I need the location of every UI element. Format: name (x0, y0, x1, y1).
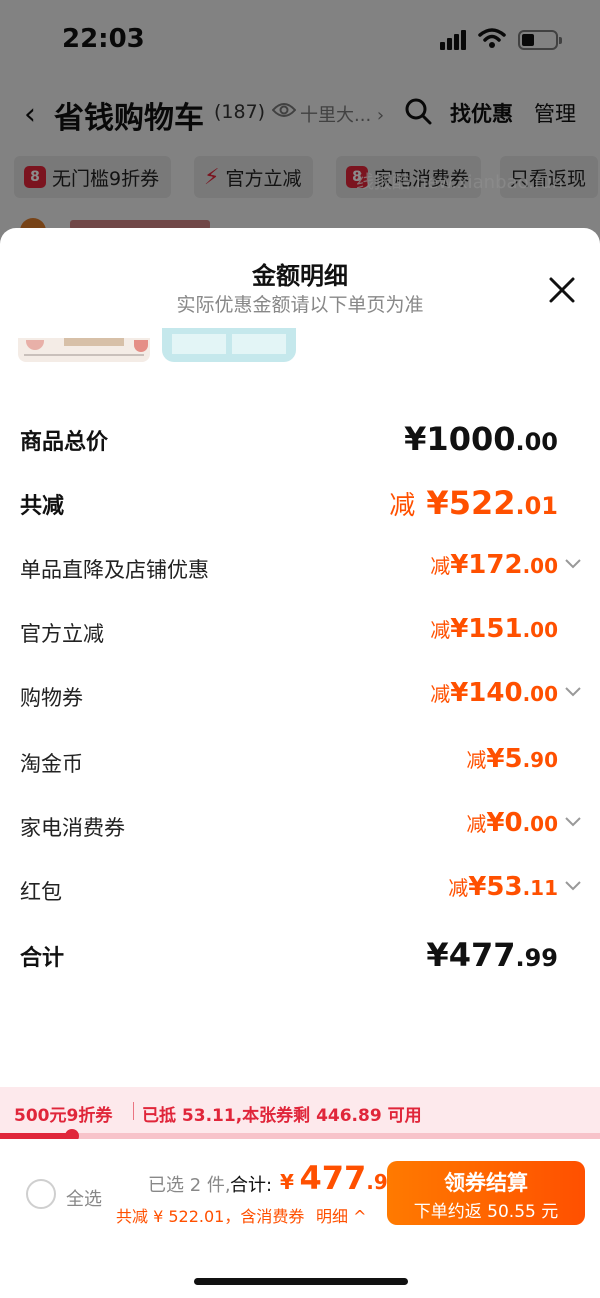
saved-summary: 共减 ¥ 522.01，含消费券 (116, 1207, 305, 1226)
row-item-total: 商品总价 ¥1000.00 (0, 420, 600, 460)
row-official-discount: 官方立减 减¥151.00 (0, 614, 600, 654)
amount-int: 151 (468, 614, 523, 644)
row-value: 减¥0.00 (466, 808, 558, 838)
row-red-packet[interactable]: 红包 减¥53.11 (0, 872, 600, 912)
row-label: 购物券 (20, 686, 83, 710)
home-indicator[interactable] (194, 1278, 408, 1285)
row-value: ¥1000.00 (404, 420, 558, 458)
row-taojinbi: 淘金币 减¥5.90 (0, 744, 600, 784)
chevron-down-icon[interactable] (564, 558, 582, 570)
row-value: 减¥151.00 (430, 614, 558, 644)
row-label: 共减 (20, 494, 65, 519)
chevron-down-icon[interactable] (564, 816, 582, 828)
row-label: 红包 (20, 880, 62, 904)
row-label: 商品总价 (20, 430, 109, 455)
currency-sign: ¥ (486, 744, 505, 774)
checkout-cashback: 下单约返 50.55 元 (413, 1202, 559, 1222)
minus-prefix: 减 (430, 682, 451, 706)
amount-int: 1000 (426, 420, 516, 458)
select-all-label[interactable]: 全选 (66, 1185, 102, 1211)
row-value: ¥477.99 (426, 936, 558, 974)
currency-sign: ¥ (486, 808, 505, 838)
total-label: 合计: (230, 1175, 273, 1196)
amount-int: 5 (504, 744, 523, 774)
chevron-down-icon[interactable] (564, 686, 582, 698)
coupon-progress-banner: 500元9折券 已抵 53.11,本张券剩 446.89 可用 (0, 1087, 600, 1133)
amount-dec: .01 (515, 492, 558, 520)
amount-int: 477 (448, 936, 516, 974)
amount-dec: .99 (515, 944, 558, 972)
divider (133, 1102, 134, 1120)
checkout-title: 领券结算 (444, 1171, 528, 1195)
sheet-subtitle: 实际优惠金额请以下单页为准 (176, 294, 424, 316)
amount-int: 0 (504, 808, 523, 838)
currency-sign: ¥ (468, 872, 487, 902)
product-thumbnail (18, 338, 150, 362)
amount-dec: .00 (522, 682, 558, 706)
total-amount: ¥ 477.99 (280, 1159, 402, 1197)
minus-prefix: 减 (466, 812, 487, 836)
detail-toggle[interactable]: 明细 ^ (316, 1203, 367, 1227)
amount-dec: .11 (522, 876, 558, 900)
amount-int: 53 (486, 872, 523, 902)
amount-int: 172 (468, 550, 523, 580)
currency-sign: ¥ (280, 1170, 294, 1194)
minus-prefix: 减 (466, 748, 487, 772)
coupon-status: 已抵 53.11,本张券剩 446.89 可用 (142, 1106, 422, 1126)
sheet-title: 金额明细 (252, 262, 348, 290)
minus-prefix: 减 (430, 554, 451, 578)
minus-prefix: 减 (430, 618, 451, 642)
coupon-name: 500元9折券 (14, 1106, 113, 1126)
amount-dec: .00 (515, 428, 558, 456)
row-label: 单品直降及店铺优惠 (20, 558, 209, 582)
checkout-button[interactable]: 领券结算 下单约返 50.55 元 (387, 1161, 585, 1225)
currency-sign: ¥ (450, 550, 469, 580)
row-appliance-coupon[interactable]: 家电消费券 减¥0.00 (0, 808, 600, 848)
amount-dec: .00 (522, 554, 558, 578)
amount-dec: .00 (522, 812, 558, 836)
row-value: 减¥140.00 (430, 678, 558, 708)
row-grand-total: 合计 ¥477.99 (0, 936, 600, 976)
row-label: 淘金币 (20, 752, 83, 776)
amount-dec: .90 (522, 748, 558, 772)
selected-count: 已选 2 件, (148, 1175, 231, 1196)
amount-int: 477 (299, 1159, 367, 1197)
amount-dec: .00 (522, 618, 558, 642)
close-icon[interactable] (546, 274, 578, 306)
currency-sign: ¥ (426, 936, 449, 974)
currency-sign: ¥ (450, 678, 469, 708)
row-store-discount[interactable]: 单品直降及店铺优惠 减¥172.00 (0, 550, 600, 590)
amount-int: 140 (468, 678, 523, 708)
currency-sign: ¥ (450, 614, 469, 644)
minus-prefix: 减 (389, 491, 416, 521)
currency-sign: ¥ (404, 420, 427, 458)
row-label: 官方立减 (20, 622, 104, 646)
row-value: 减¥172.00 (430, 550, 558, 580)
row-value: 减 ¥522.01 (389, 484, 558, 522)
select-all-checkbox[interactable] (26, 1179, 56, 1209)
row-value: 减¥5.90 (466, 744, 558, 774)
chevron-down-icon[interactable] (564, 880, 582, 892)
amount-int: 522 (448, 484, 516, 522)
row-shopping-coupon[interactable]: 购物券 减¥140.00 (0, 678, 600, 718)
product-thumbnail (162, 328, 296, 362)
row-label: 合计 (20, 946, 65, 971)
row-value: 减¥53.11 (448, 872, 558, 902)
currency-sign: ¥ (426, 484, 449, 522)
row-total-discount: 共减 减 ¥522.01 (0, 484, 600, 524)
row-label: 家电消费券 (20, 816, 125, 840)
checkout-footer: 全选 已选 2 件, 合计: ¥ 477.99 共减 ¥ 522.01，含消费券… (0, 1139, 600, 1298)
minus-prefix: 减 (448, 876, 469, 900)
